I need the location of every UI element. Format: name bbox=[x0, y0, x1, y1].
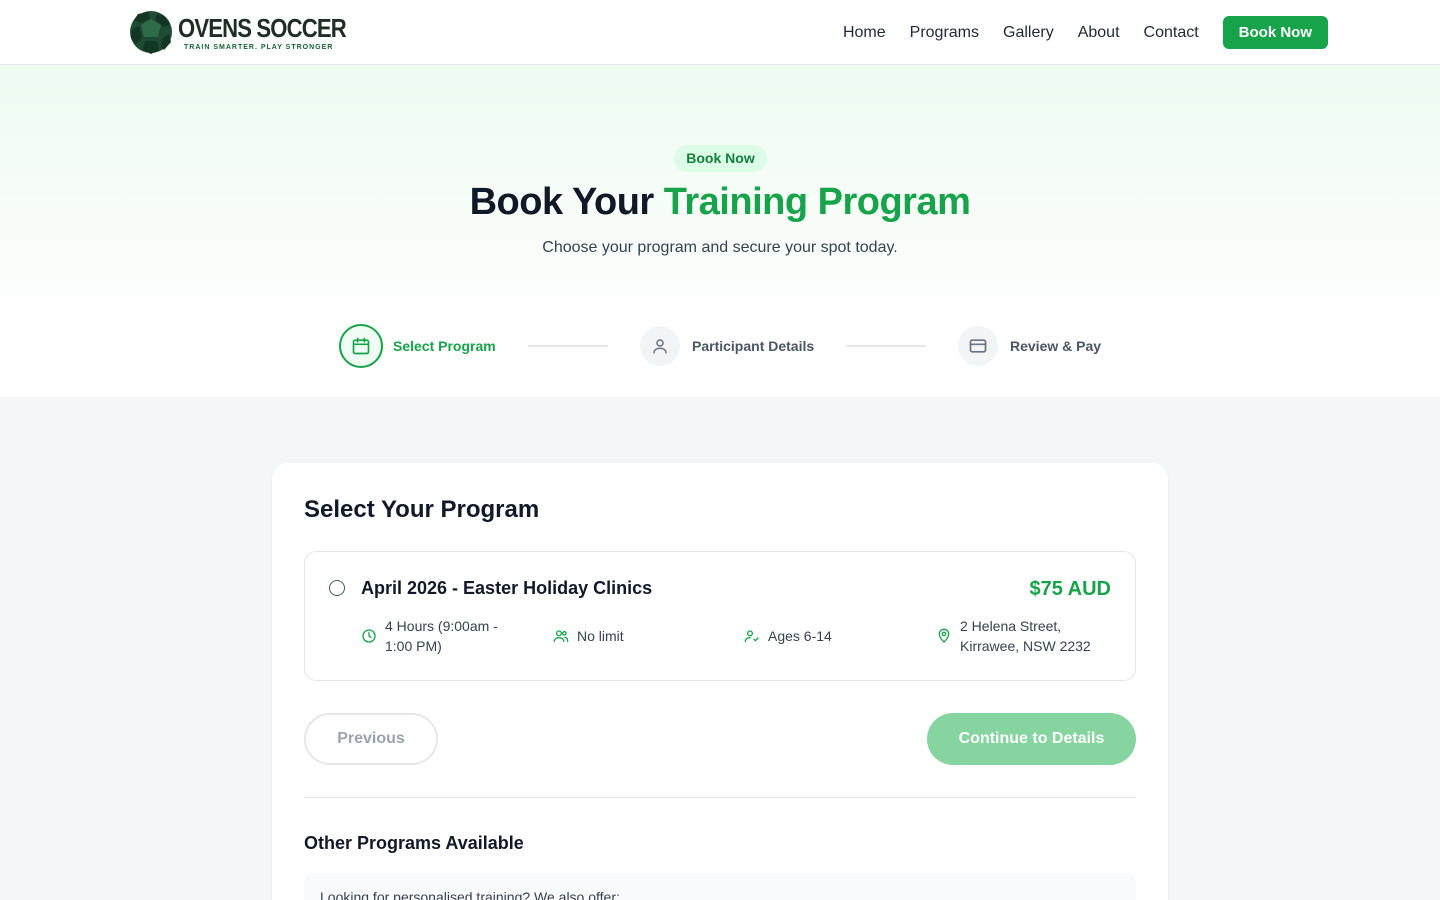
brand-name: OVENS SOCCER bbox=[178, 12, 347, 43]
user-icon bbox=[653, 339, 667, 354]
calendar-icon bbox=[352, 337, 370, 355]
other-programs-heading: Other Programs Available bbox=[304, 833, 524, 853]
nav-about[interactable]: About bbox=[1078, 17, 1120, 49]
title-accent: Training Program bbox=[663, 181, 971, 223]
program-capacity: No limit bbox=[553, 626, 624, 646]
main-nav: Home Programs Gallery About Contact Book… bbox=[819, 16, 1328, 49]
nav-home[interactable]: Home bbox=[843, 17, 886, 49]
clock-icon bbox=[362, 629, 376, 643]
nav-programs[interactable]: Programs bbox=[910, 17, 979, 49]
book-now-button[interactable]: Book Now bbox=[1222, 16, 1328, 49]
step-label: Participant Details bbox=[692, 338, 815, 354]
credit-card-icon bbox=[969, 339, 987, 353]
site-header: OVENS SOCCER TRAIN SMARTER. PLAY STRONGE… bbox=[0, 0, 1440, 65]
title-main: Book Your bbox=[469, 181, 664, 223]
step-circle bbox=[958, 326, 998, 366]
other-programs-text: Looking for personalised training? We al… bbox=[320, 889, 620, 900]
booking-stepper: Select Program Participant Details Revie… bbox=[0, 295, 1440, 397]
nav-contact[interactable]: Contact bbox=[1144, 17, 1199, 49]
program-radio[interactable] bbox=[329, 580, 345, 596]
location-text: 2 Helena Street, Kirrawee, NSW 2232 bbox=[960, 618, 1091, 654]
brand-tagline: TRAIN SMARTER. PLAY STRONGER bbox=[184, 43, 334, 51]
continue-button[interactable]: Continue to Details bbox=[927, 713, 1136, 765]
program-duration: 4 Hours (9:00am - 1:00 PM) bbox=[361, 616, 521, 656]
duration-text: 4 Hours (9:00am - 1:00 PM) bbox=[385, 618, 498, 654]
map-pin-icon bbox=[938, 628, 950, 643]
program-title: April 2026 - Easter Holiday Clinics bbox=[361, 578, 653, 598]
program-option[interactable]: April 2026 - Easter Holiday Clinics $75 … bbox=[304, 551, 1136, 681]
other-programs-box: Looking for personalised training? We al… bbox=[304, 873, 1136, 900]
booking-card: Select Your Program April 2026 - Easter … bbox=[272, 463, 1168, 900]
step-select-program[interactable]: Select Program bbox=[339, 324, 496, 368]
logo[interactable]: OVENS SOCCER TRAIN SMARTER. PLAY STRONGE… bbox=[128, 7, 376, 57]
program-ages: Ages 6-14 bbox=[744, 626, 832, 646]
hero-pill: Book Now bbox=[674, 145, 767, 172]
nav-gallery[interactable]: Gallery bbox=[1003, 17, 1054, 49]
section-heading: Select Your Program bbox=[304, 496, 540, 523]
user-check-icon bbox=[744, 630, 759, 642]
step-participant-details[interactable]: Participant Details bbox=[638, 324, 814, 368]
step-circle bbox=[640, 326, 680, 366]
ages-text: Ages 6-14 bbox=[768, 628, 832, 644]
divider bbox=[304, 797, 1136, 798]
page-title: Book Your Training Program bbox=[0, 181, 1440, 224]
previous-button[interactable]: Previous bbox=[304, 713, 438, 765]
users-icon bbox=[553, 630, 569, 642]
capacity-text: No limit bbox=[577, 628, 624, 644]
step-label: Review & Pay bbox=[1010, 338, 1102, 354]
hero-subtitle: Choose your program and secure your spot… bbox=[542, 239, 898, 256]
step-connector bbox=[846, 345, 926, 347]
program-location: 2 Helena Street, Kirrawee, NSW 2232 bbox=[936, 616, 1116, 656]
step-label: Select Program bbox=[393, 338, 496, 354]
hero-section: Book Now Book Your Training Program Choo… bbox=[0, 65, 1440, 295]
step-connector bbox=[528, 345, 608, 347]
step-review-pay[interactable]: Review & Pay bbox=[956, 324, 1101, 368]
step-circle bbox=[339, 324, 383, 368]
program-price: $75 AUD bbox=[1029, 578, 1111, 600]
soccer-ball-icon bbox=[130, 11, 172, 54]
